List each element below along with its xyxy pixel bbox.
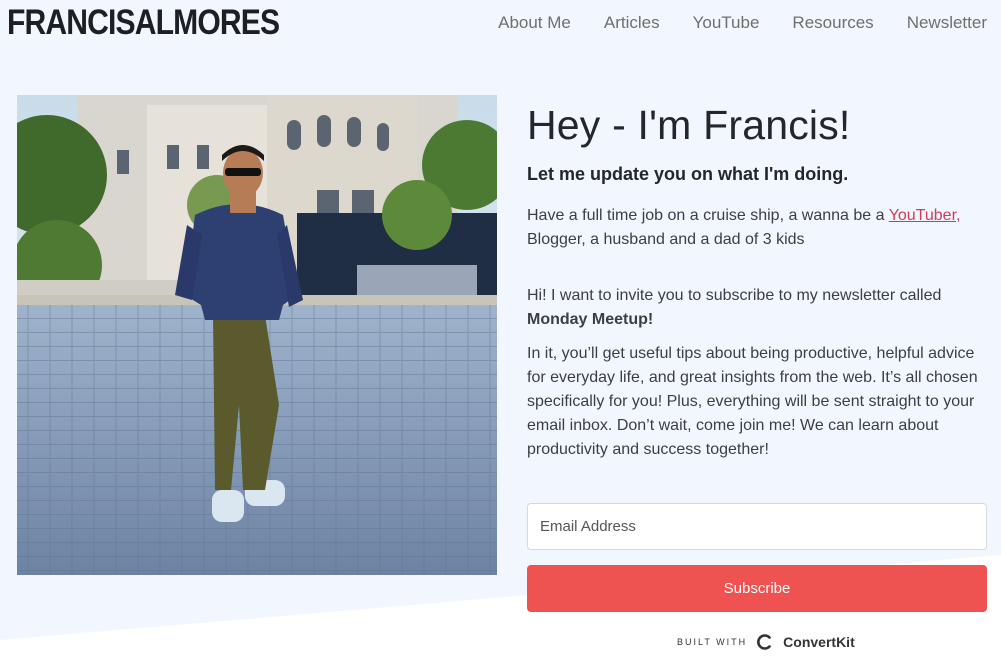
built-with-convertkit[interactable]: BUILT WITH ConvertKit [677, 632, 855, 652]
invite-paragraph: Hi! I want to invite you to subscribe to… [527, 284, 989, 332]
subscribe-button[interactable]: Subscribe [527, 565, 987, 612]
nav-articles[interactable]: Articles [604, 12, 660, 34]
newsletter-name: Monday Meetup! [527, 311, 654, 328]
hero-title: Hey - I'm Francis! [527, 102, 851, 148]
intro-text-after: Blogger, a husband and a dad of 3 kids [527, 231, 805, 248]
intro-paragraph: Have a full time job on a cruise ship, a… [527, 204, 989, 252]
convertkit-name: ConvertKit [783, 634, 855, 650]
convertkit-logo-icon [757, 634, 771, 650]
nav-newsletter[interactable]: Newsletter [907, 12, 987, 34]
description-paragraph: In it, you’ll get useful tips about bein… [527, 345, 978, 458]
hero-content: Hey - I'm Francis! Let me update you on … [527, 100, 989, 462]
hero-subtitle: Let me update you on what I'm doing. [527, 164, 849, 184]
profile-photo [17, 95, 497, 575]
email-input[interactable] [527, 503, 987, 550]
intro-text-before: Have a full time job on a cruise ship, a… [527, 207, 889, 224]
nav-about-me[interactable]: About Me [498, 12, 571, 34]
youtuber-link[interactable]: YouTuber, [889, 207, 961, 224]
main-nav: About Me Articles YouTube Resources News… [465, 12, 987, 34]
built-with-label: BUILT WITH [677, 637, 748, 647]
site-logo[interactable]: FRANCISALMORES [7, 2, 280, 44]
invite-text: Hi! I want to invite you to subscribe to… [527, 287, 942, 304]
nav-resources[interactable]: Resources [792, 12, 873, 34]
nav-youtube[interactable]: YouTube [693, 12, 760, 34]
